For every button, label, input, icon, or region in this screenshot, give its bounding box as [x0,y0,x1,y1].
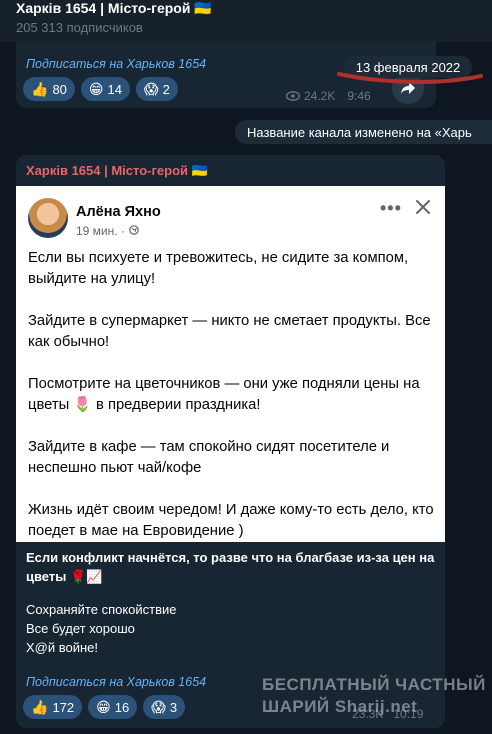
chat-header[interactable]: Харків 1654 | Місто-герой 🇺🇦 205 313 под… [0,0,492,42]
view-count: 24.2K [304,89,336,103]
thumbs-up-icon: 👍 [31,699,49,715]
channel-title: Харків 1654 | Місто-герой 🇺🇦 [16,0,212,16]
reaction-thumbs-up[interactable]: 👍 80 [23,77,75,101]
reaction-scream[interactable]: 😱 2 [135,77,178,101]
subscribe-link-top[interactable]: Подписаться на Харьков 1654 [26,57,206,71]
reaction-count: 3 [169,699,178,715]
service-message: Название канала изменено на «Харь [235,120,492,144]
reaction-thumbs-up[interactable]: 👍 172 [23,695,83,719]
red-underline-mark [337,72,483,84]
avatar [28,198,68,238]
grin-icon: 😁 [88,81,104,97]
thumbs-up-icon: 👍 [31,81,49,97]
fb-paragraph: Жизнь идёт своим чередом! И даже кому-то… [28,502,434,539]
fb-time-text: 19 мин. · [76,224,125,238]
subscriber-count: 205 313 подписчиков [16,20,143,35]
close-icon [414,198,432,221]
post-caption: Если конфликт начнётся, то разве что на … [26,548,436,657]
post-image-facebook[interactable]: Алёна Яхно 19 мин. · ••• Если вы психует… [16,186,445,542]
fb-paragraph: Посмотрите на цветочников — они уже подн… [28,376,420,413]
globe-icon [129,224,139,238]
more-options-icon: ••• [380,198,402,218]
reaction-count: 16 [114,699,130,715]
caption-line: Все будет хорошо [26,621,135,636]
reaction-scream[interactable]: 😱 3 [143,695,186,719]
watermark-line: ШАРИЙ Sharij.net [262,697,418,716]
reactions-top: 👍 80 😁 14 😱 2 [23,77,178,101]
fb-paragraph: Зайдите в кафе — там спокойно сидят посе… [28,439,390,476]
eye-icon [286,91,300,101]
fb-paragraph: Зайдите в супермаркет — никто не сметает… [28,313,431,350]
scream-icon: 😱 [143,81,159,97]
caption-line: Сохраняйте спокойствие [26,602,177,617]
reaction-grin[interactable]: 😁 16 [88,695,138,719]
scream-icon: 😱 [151,699,166,715]
caption-headline: Если конфликт начнётся, то разве что на … [26,550,435,584]
reaction-count: 172 [52,699,75,715]
fb-post-text: Если вы психуете и тревожитесь, не сидит… [28,248,436,563]
grin-icon: 😁 [96,699,111,715]
post-author[interactable]: Харків 1654 | Місто-герой 🇺🇦 [26,163,208,179]
fb-post-time: 19 мин. · [76,224,139,238]
reaction-grin[interactable]: 😁 14 [80,77,130,101]
reaction-count: 80 [52,81,67,97]
watermark: БЕСПЛАТНЫЙ ЧАСТНЫЙ ШАРИЙ Sharij.net [262,674,492,718]
fb-paragraph: Если вы психуете и тревожитесь, не сидит… [28,250,409,287]
caption-line: Х@й войне! [26,640,99,655]
reaction-count: 2 [162,81,170,97]
watermark-line: БЕСПЛАТНЫЙ ЧАСТНЫЙ [262,675,486,694]
fb-author-name: Алёна Яхно [76,204,161,220]
reaction-count: 14 [107,81,122,97]
subscribe-link-main[interactable]: Подписаться на Харьков 1654 [26,675,206,689]
reactions-main: 👍 172 😁 16 😱 3 [23,695,186,719]
